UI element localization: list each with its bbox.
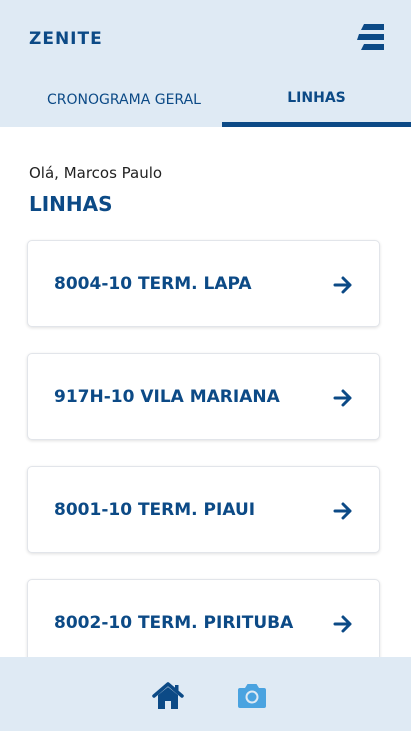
arrow-right-icon <box>333 276 352 294</box>
arrow-right-icon <box>333 502 352 520</box>
line-card-label: 8001-10 TERM. PIAUI <box>54 500 256 520</box>
line-card-label: 917H-10 VILA MARIANA <box>54 387 280 407</box>
line-card[interactable]: 8004-10 TERM. LAPA <box>27 240 380 327</box>
active-tab-indicator <box>222 122 411 127</box>
bottom-nav <box>0 657 411 731</box>
tab-cronograma-geral[interactable]: CRONOGRAMA GERAL <box>26 82 222 127</box>
home-icon[interactable] <box>151 681 185 711</box>
app-header: ZENITE CRONOGRAMA GERAL LINHAS <box>0 0 411 127</box>
page-title: LINHAS <box>29 192 113 216</box>
logo-icon[interactable] <box>355 21 387 53</box>
greeting-text: Olá, Marcos Paulo <box>29 164 163 182</box>
camera-icon[interactable] <box>235 681 269 711</box>
app-brand: ZENITE <box>29 29 103 49</box>
line-card[interactable]: 8001-10 TERM. PIAUI <box>27 466 380 553</box>
line-card[interactable]: 917H-10 VILA MARIANA <box>27 353 380 440</box>
arrow-right-icon <box>333 615 352 633</box>
tab-linhas[interactable]: LINHAS <box>222 82 411 127</box>
line-card[interactable]: 8002-10 TERM. PIRITUBA <box>27 579 380 666</box>
arrow-right-icon <box>333 389 352 407</box>
line-card-label: 8002-10 TERM. PIRITUBA <box>54 613 294 633</box>
line-card-label: 8004-10 TERM. LAPA <box>54 274 252 294</box>
line-list: 8004-10 TERM. LAPA 917H-10 VILA MARIANA … <box>27 240 380 692</box>
